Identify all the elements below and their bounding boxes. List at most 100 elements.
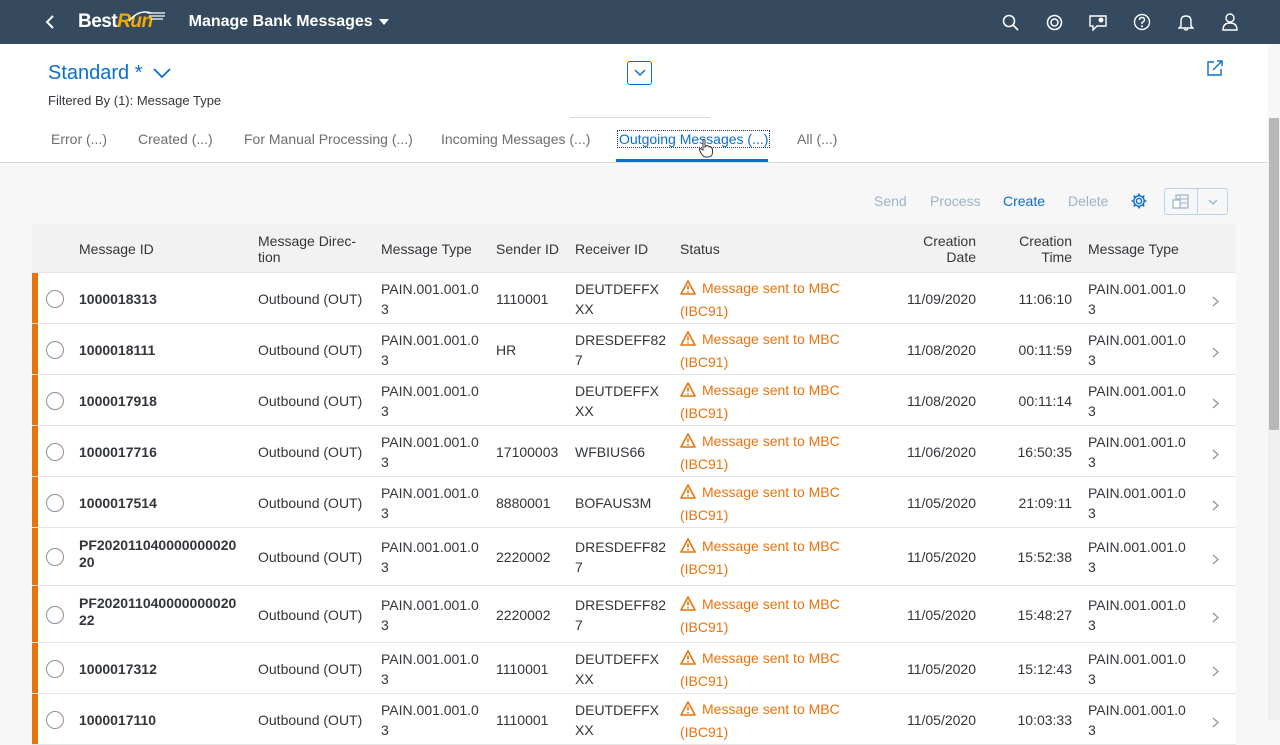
tab-created[interactable]: Created (...) [138,131,213,147]
gear-icon [1131,193,1147,209]
row-navigation-chevron-icon[interactable] [1212,552,1219,570]
row-highlight-warning [32,528,38,585]
notifications-feed-button[interactable] [1076,0,1120,44]
tab-outgoing-messages[interactable]: Outgoing Messages (...) [616,130,771,148]
delete-button[interactable]: Delete [1068,193,1108,209]
table-row[interactable]: 1000017716 Outbound (OUT) PAIN.001.001.03 1… [32,426,1236,477]
row-highlight-warning [32,273,38,323]
table-row[interactable]: 1000018313 Outbound (OUT) PAIN.001.001.03 1… [32,273,1236,324]
notifications-button[interactable] [1164,0,1208,44]
row-navigation-chevron-icon[interactable] [1212,610,1219,628]
back-button[interactable] [28,0,72,44]
row-highlight-warning [32,375,38,425]
tab-incoming-messages[interactable]: Incoming Messages (...) [441,131,590,147]
row-select-radio[interactable] [46,605,64,624]
cell-sender-id: 2220002 [496,606,551,623]
table-row[interactable]: 1000017514 Outbound (OUT) PAIN.001.001.03 8… [32,477,1236,528]
search-button[interactable] [988,0,1032,44]
col-message-id[interactable]: Message ID [79,241,154,257]
cell-message-type: PAIN.001.001.03 [381,433,479,470]
status-text: Message sent to MBC (IBC91) [680,330,840,370]
table-row[interactable]: 1000018111 Outbound (OUT) PAIN.001.001.03 H… [32,324,1236,375]
cell-message-type: PAIN.001.001.03 [381,382,479,419]
row-highlight-warning [32,477,38,527]
row-navigation-chevron-icon[interactable] [1212,345,1219,363]
share-button[interactable] [1206,59,1224,82]
cell-creation-date: 11/05/2020 [906,549,976,565]
tab-manual-processing[interactable]: For Manual Processing (...) [244,131,413,147]
bell-icon [1178,15,1194,31]
cell-message-type: PAIN.001.001.03 [381,539,479,575]
collapse-header-button[interactable] [627,61,652,85]
cell-receiver-id: DRESDEFF827 [575,596,667,633]
user-profile-button[interactable] [1208,0,1252,44]
copilot-button[interactable] [1032,0,1076,44]
cell-sender-id: 17100003 [496,443,559,460]
tab-error[interactable]: Error (...) [51,131,107,147]
export-button[interactable] [1165,189,1198,214]
cell-message-type-2: PAIN.001.001.03 [1088,331,1186,368]
row-select-radio[interactable] [46,548,64,566]
col-message-direction[interactable]: Message Direc-tion [258,233,363,265]
export-split-button[interactable] [1164,188,1228,215]
col-creation-time[interactable]: Creation Time [998,233,1072,265]
table-settings-button[interactable] [1130,192,1148,215]
col-status[interactable]: Status [680,241,720,257]
status-text: Message sent to MBC (IBC91) [680,649,840,689]
status-text: Message sent to MBC (IBC91) [680,381,840,421]
app-title: Manage Bank Messages [188,13,373,30]
cell-creation-time: 15:52:38 [1017,549,1073,565]
row-highlight-warning [32,586,38,642]
cell-message-type: PAIN.001.001.03 [381,280,479,317]
row-select-radio[interactable] [46,493,64,512]
process-button[interactable]: Process [930,193,981,209]
table-row[interactable]: PF20201104000000002022 Outbound (OUT) PAIN… [32,586,1236,643]
row-navigation-chevron-icon[interactable] [1212,396,1219,414]
row-highlight-warning [32,324,38,374]
back-arrow-icon [45,15,54,29]
send-button[interactable]: Send [874,193,907,209]
status-text: Message sent to MBC (IBC91) [680,432,840,472]
row-select-radio[interactable] [46,289,64,308]
export-spreadsheet-icon [1172,193,1189,209]
share-icon [1207,60,1223,76]
table-toolbar: Send Process Create Delete [32,185,1236,221]
table-row[interactable]: PF20201104000000002020 Outbound (OUT) PAIN… [32,528,1236,586]
col-creation-date[interactable]: Creation Date [900,233,976,265]
col-receiver-id[interactable]: Receiver ID [575,241,648,257]
row-select-radio[interactable] [46,659,64,678]
row-navigation-chevron-icon[interactable] [1212,664,1219,682]
warning-icon [680,279,696,301]
row-navigation-chevron-icon[interactable] [1212,498,1219,516]
row-highlight-warning [32,694,38,744]
company-logo[interactable]: Best Run [78,0,167,44]
row-select-radio[interactable] [46,340,64,359]
vertical-scrollbar[interactable] [1268,118,1280,720]
tab-all[interactable]: All (...) [797,131,837,147]
app-title-menu[interactable]: Manage Bank Messages [189,13,389,31]
cell-status: Message sent to MBC (IBC91) [680,278,860,322]
variant-selector[interactable]: Standard * [48,62,171,85]
help-button[interactable] [1120,0,1164,44]
copilot-icon [1046,14,1062,30]
row-navigation-chevron-icon[interactable] [1212,294,1219,312]
row-navigation-chevron-icon[interactable] [1212,715,1219,733]
col-message-type-2[interactable]: Message Type [1088,241,1179,257]
row-select-radio[interactable] [46,391,64,410]
row-select-radio[interactable] [46,442,64,461]
row-highlight-warning [32,426,38,476]
cell-message-id: 1000018313 [79,290,157,307]
row-navigation-chevron-icon[interactable] [1212,447,1219,465]
status-text: Message sent to MBC (IBC91) [680,279,840,319]
table-row[interactable]: 1000017312 Outbound (OUT) PAIN.001.001.03 1… [32,643,1236,694]
cell-message-type-2: PAIN.001.001.03 [1088,650,1186,687]
cell-message-id: 1000017312 [79,660,157,677]
col-sender-id[interactable]: Sender ID [496,241,559,257]
status-text: Message sent to MBC (IBC91) [680,595,840,635]
col-message-type[interactable]: Message Type [381,241,472,257]
export-menu-button[interactable] [1198,189,1227,214]
table-row[interactable]: 1000017918 Outbound (OUT) PAIN.001.001.03 D… [32,375,1236,426]
scrollbar-thumb[interactable] [1269,118,1279,430]
chevron-down-icon [633,69,646,77]
create-button[interactable]: Create [1003,193,1045,209]
